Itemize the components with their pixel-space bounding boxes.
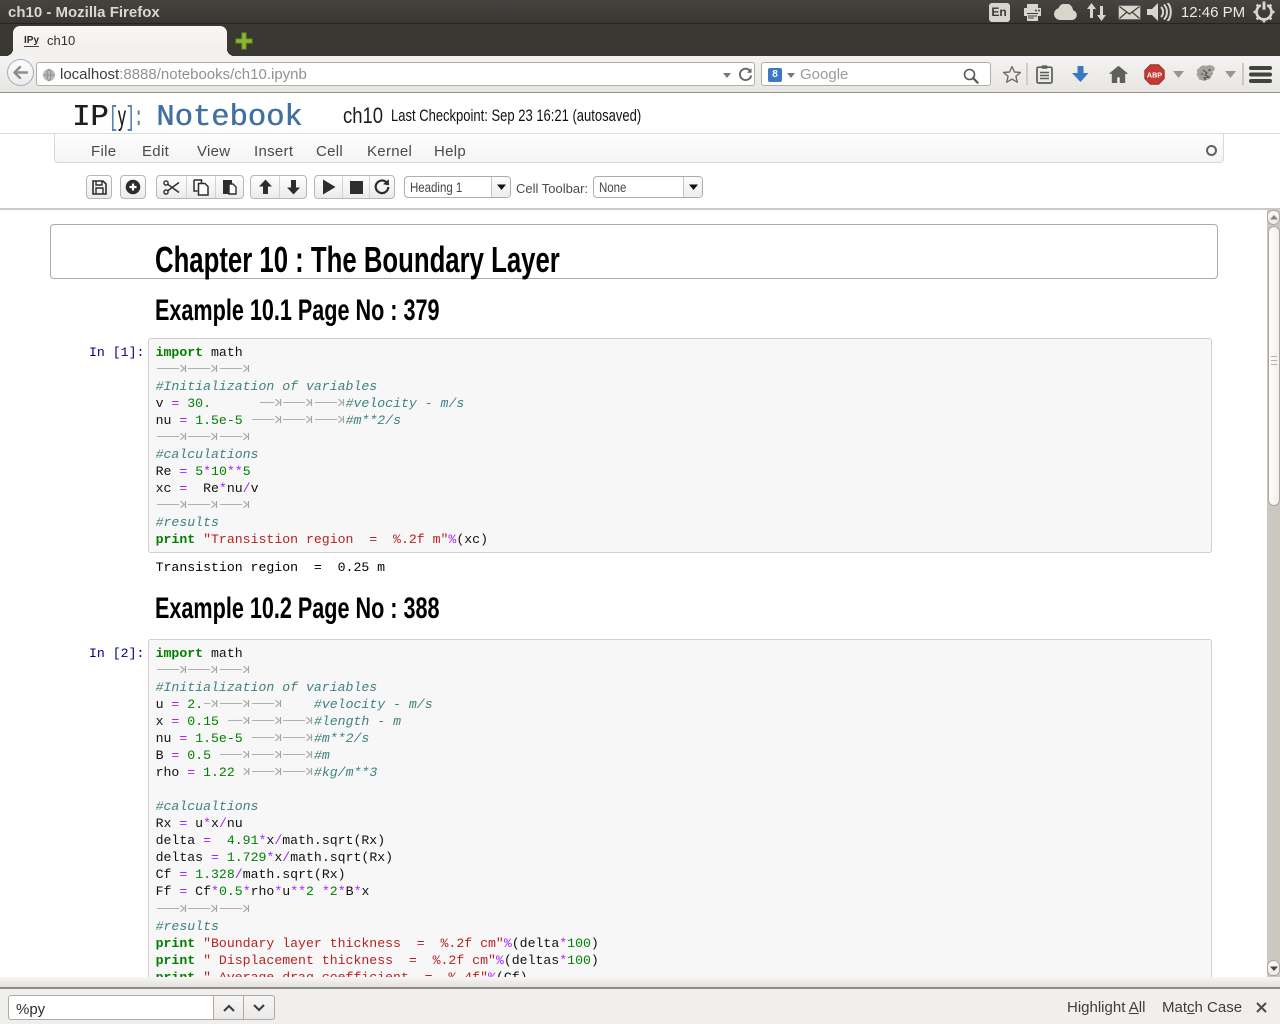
svg-text:ABP: ABP <box>1146 70 1161 79</box>
